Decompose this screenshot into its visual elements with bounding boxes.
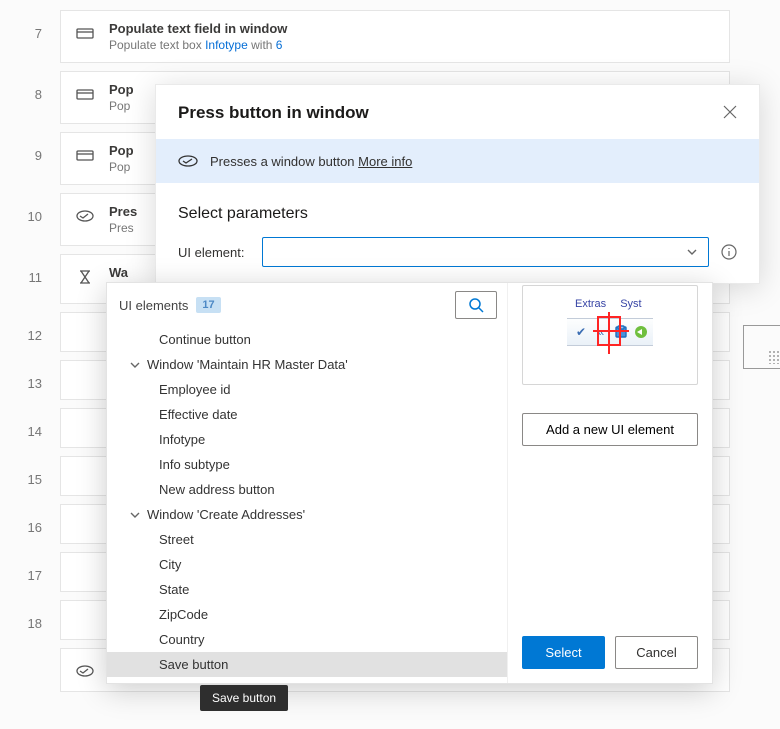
press-icon — [75, 206, 95, 226]
tree-item[interactable]: Continue button — [107, 327, 507, 352]
count-badge: 17 — [196, 297, 220, 313]
tree-item[interactable]: ZipCode — [107, 602, 507, 627]
step-number: 17 — [0, 552, 60, 592]
section-title: Select parameters — [156, 183, 759, 237]
step-title: Wa — [109, 265, 128, 280]
info-bar: Presses a window button More info — [156, 139, 759, 183]
step-card[interactable]: Populate text field in window Populate t… — [60, 10, 730, 63]
tree-item[interactable]: State — [107, 577, 507, 602]
step-title: Pop — [109, 143, 134, 158]
ui-elements-heading: UI elements 17 — [119, 297, 221, 313]
preview-menu-item: Extras — [575, 298, 606, 310]
tree-item[interactable]: Save button — [107, 652, 507, 677]
ui-element-combobox[interactable] — [262, 237, 709, 267]
step-title: Pres — [109, 204, 137, 219]
rect-icon — [75, 23, 95, 43]
step-number: 14 — [0, 408, 60, 448]
search-button[interactable] — [455, 291, 497, 319]
tree-item[interactable]: Info subtype — [107, 452, 507, 477]
step-subtitle: Pop — [109, 160, 134, 174]
tree-label: Window 'Create Addresses' — [147, 507, 305, 522]
tree-group-header[interactable]: Window 'Maintain HR Master Data' — [107, 352, 507, 377]
preview-box: Extras Syst ✔ « — [522, 285, 698, 385]
step-subtitle: Pres — [109, 221, 137, 235]
info-icon[interactable] — [721, 244, 737, 260]
add-ui-element-button[interactable]: Add a new UI element — [522, 413, 698, 446]
element-preview: Extras Syst ✔ « — [567, 292, 653, 378]
search-icon — [468, 297, 484, 313]
ui-element-dropdown: UI elements 17 Continue button Window 'Ma… — [106, 282, 713, 684]
step-number: 11 — [0, 254, 60, 304]
param-label: UI element: — [178, 245, 250, 260]
step-number — [0, 648, 60, 692]
step-number: 16 — [0, 504, 60, 544]
tree-item[interactable]: Employee id — [107, 377, 507, 402]
step-subtitle: Populate text box Infotype with 6 — [109, 38, 287, 52]
select-button[interactable]: Select — [522, 636, 605, 669]
wait-icon — [75, 267, 95, 287]
step-number: 10 — [0, 193, 60, 246]
more-info-link[interactable]: More info — [358, 154, 412, 169]
tree-item[interactable]: Street — [107, 527, 507, 552]
tooltip: Save button — [200, 685, 288, 711]
step-number: 15 — [0, 456, 60, 496]
step-number: 12 — [0, 312, 60, 352]
step-number: 18 — [0, 600, 60, 640]
step-number: 9 — [0, 132, 60, 185]
chevron-down-icon — [686, 246, 698, 258]
tree-item[interactable]: New address button — [107, 477, 507, 502]
press-icon — [178, 153, 198, 169]
tree-item[interactable]: Country — [107, 627, 507, 652]
tree-item[interactable]: Effective date — [107, 402, 507, 427]
tree-label: Window 'Maintain HR Master Data' — [147, 357, 348, 372]
preview-menu-item: Syst — [620, 298, 641, 310]
close-icon[interactable] — [723, 105, 739, 121]
cancel-button[interactable]: Cancel — [615, 636, 698, 669]
info-text: Presses a window button More info — [210, 154, 412, 169]
chevron-down-icon — [129, 359, 141, 371]
step-number: 8 — [0, 71, 60, 124]
resize-handle[interactable] — [743, 325, 780, 369]
dialog-title: Press button in window — [178, 103, 369, 123]
step-title: Populate text field in window — [109, 21, 287, 36]
step-title: Pop — [109, 82, 134, 97]
rect-icon — [75, 84, 95, 104]
tree-item[interactable]: Infotype — [107, 427, 507, 452]
ui-element-tree: Continue button Window 'Maintain HR Maste… — [107, 327, 507, 683]
press-icon — [75, 661, 95, 681]
press-button-dialog: Press button in window Presses a window … — [155, 84, 760, 284]
rect-icon — [75, 145, 95, 165]
tree-group-header[interactable]: Window 'Create Addresses' — [107, 502, 507, 527]
tree-item[interactable]: City — [107, 552, 507, 577]
step-number: 7 — [0, 10, 60, 63]
chevron-down-icon — [129, 509, 141, 521]
step-number: 13 — [0, 360, 60, 400]
step-subtitle: Pop — [109, 99, 134, 113]
